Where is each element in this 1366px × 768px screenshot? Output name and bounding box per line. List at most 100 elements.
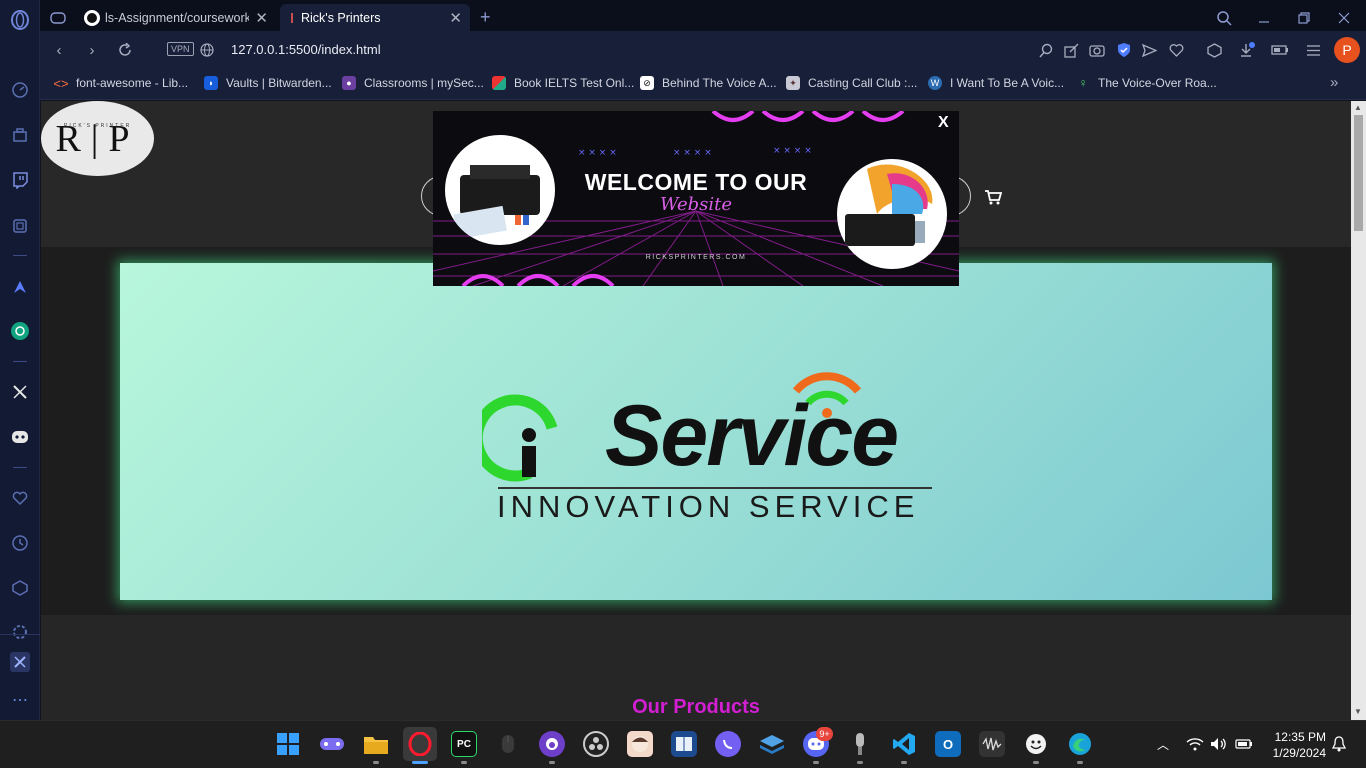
github-desktop-icon[interactable] <box>539 731 565 757</box>
close-tab-icon[interactable]: ✕ <box>255 9 268 27</box>
pycharm-icon[interactable]: PC <box>451 731 477 757</box>
popup-close-button[interactable]: X <box>938 115 954 131</box>
search-tabs-icon[interactable] <box>1216 4 1232 31</box>
tab-title: Rick's Printers <box>301 10 381 25</box>
microphone-app-icon[interactable] <box>847 731 873 757</box>
running-indicator <box>549 761 555 764</box>
svg-text:× × × ×: × × × × <box>578 148 617 158</box>
close-tab-icon[interactable]: ✕ <box>449 9 462 27</box>
more-options-icon[interactable]: ⋯ <box>10 690 30 710</box>
bookmark-classrooms[interactable]: ● Classrooms | mySec... <box>342 76 484 90</box>
scroll-up-arrow-icon[interactable]: ▲ <box>1354 103 1362 112</box>
audio-editor-icon[interactable] <box>979 731 1005 757</box>
anime-app-icon[interactable] <box>627 731 653 757</box>
twitch-icon[interactable] <box>10 170 30 190</box>
scroll-down-arrow-icon[interactable]: ▼ <box>1354 707 1362 716</box>
speed-dial-icon[interactable] <box>10 80 30 100</box>
tab-github[interactable]: ls-Assignment/coursework/ ✕ <box>84 4 276 31</box>
bookmark-label: Classrooms | mySec... <box>364 76 484 90</box>
brand-tagline: INNOVATION SERVICE <box>497 489 920 524</box>
more-bookmarks-icon[interactable]: » <box>1330 74 1338 91</box>
back-icon[interactable]: ‹ <box>50 41 68 59</box>
shopping-cart-icon[interactable] <box>984 189 1003 210</box>
cube-icon[interactable] <box>1205 41 1223 59</box>
minimize-button[interactable] <box>1258 4 1270 31</box>
battery-saver-icon[interactable] <box>1271 41 1289 59</box>
opera-logo-icon[interactable] <box>10 10 30 30</box>
send-icon[interactable] <box>1140 41 1158 59</box>
running-indicator <box>1033 761 1039 764</box>
bookmark-voice-over-road[interactable]: ♀ The Voice-Over Roa... <box>1076 76 1217 90</box>
reload-icon[interactable] <box>116 41 134 59</box>
globe-icon[interactable] <box>198 41 216 59</box>
chatgpt-icon[interactable] <box>10 321 30 341</box>
bookmark-bitwarden[interactable]: ◗ Vaults | Bitwarden... <box>204 76 332 90</box>
svg-text:× × × ×: × × × × <box>773 146 812 156</box>
tab-title: ls-Assignment/coursework/ <box>105 10 249 25</box>
new-tab-button[interactable]: + <box>480 4 491 31</box>
bookmark-label: font-awesome - Lib... <box>76 76 189 90</box>
tab-islands-icon[interactable] <box>50 4 70 31</box>
mouse-app-icon[interactable] <box>495 731 521 757</box>
code-icon: <> <box>53 75 69 91</box>
bookmark-font-awesome[interactable]: <> font-awesome - Lib... <box>53 75 189 91</box>
battery-icon[interactable] <box>1231 731 1257 757</box>
viber-icon[interactable] <box>715 731 741 757</box>
tab-strip: ls-Assignment/coursework/ ✕ Rick's Print… <box>40 0 1366 31</box>
sidebar-divider <box>0 634 40 635</box>
opera-browser-icon[interactable] <box>403 727 437 761</box>
close-window-button[interactable] <box>1338 4 1350 31</box>
forward-icon[interactable]: › <box>83 41 101 59</box>
downloads-icon[interactable] <box>1238 41 1256 59</box>
tools-icon[interactable] <box>10 652 30 672</box>
sidebar-divider <box>13 255 27 256</box>
bookmark-voice-actor[interactable]: W I Want To Be A Voic... <box>928 76 1064 90</box>
edge-browser-icon[interactable] <box>1067 731 1093 757</box>
scroll-thumb[interactable] <box>1354 115 1363 231</box>
running-indicator <box>461 761 467 764</box>
welcome-popup: × × × × × × × × × × × × WELCOME TO OUR W… <box>433 111 959 286</box>
running-indicator <box>373 761 379 764</box>
bookmark-casting-call[interactable]: ✦ Casting Call Club :... <box>786 76 917 90</box>
bookmark-ielts[interactable]: Book IELTS Test Onl... <box>492 76 634 90</box>
products-heading: Our Products <box>632 696 760 718</box>
file-explorer-icon[interactable] <box>363 731 389 757</box>
settings-gear-icon[interactable] <box>10 622 30 642</box>
vscode-icon[interactable] <box>891 731 917 757</box>
easy-setup-icon[interactable] <box>1304 41 1322 59</box>
favorites-heart-icon[interactable] <box>10 488 30 508</box>
workspaces-icon[interactable] <box>10 125 30 145</box>
x-twitter-icon[interactable] <box>10 382 30 402</box>
snapshot-camera-icon[interactable] <box>1088 41 1106 59</box>
system-clock[interactable]: 12:35 PM 1/29/2024 <box>1262 729 1326 761</box>
outlook-icon[interactable]: O <box>935 731 961 757</box>
aria-icon[interactable] <box>10 277 30 297</box>
tab-ricks-printers[interactable]: Rick's Printers ✕ <box>280 4 470 31</box>
history-clock-icon[interactable] <box>10 533 30 553</box>
restore-button[interactable] <box>1298 4 1310 31</box>
gamepad-app-icon[interactable] <box>319 731 345 757</box>
wifi-icon[interactable] <box>1182 731 1208 757</box>
url-field[interactable]: 127.0.0.1:5500/index.html <box>231 42 381 57</box>
start-button-icon[interactable] <box>275 731 301 757</box>
extensions-icon[interactable] <box>10 216 30 236</box>
bookmark-label: Behind The Voice A... <box>662 76 777 90</box>
emoji-app-icon[interactable] <box>1023 731 1049 757</box>
share-icon[interactable] <box>1062 41 1080 59</box>
vpn-badge[interactable]: VPN <box>167 42 194 56</box>
reader-app-icon[interactable] <box>671 731 697 757</box>
page-search-icon[interactable] <box>1037 41 1055 59</box>
layers-app-icon[interactable] <box>759 731 785 757</box>
notifications-bell-icon[interactable] <box>1326 731 1352 757</box>
site-logo[interactable]: R|P RICK'S PRINTER <box>41 101 154 176</box>
discord-icon[interactable] <box>10 427 30 447</box>
adblock-shield-icon[interactable] <box>1115 41 1133 59</box>
show-hidden-icons-chevron[interactable]: ︿ <box>1150 731 1176 757</box>
crypto-wallet-icon[interactable] <box>10 578 30 598</box>
bookmark-behind-the-voice[interactable]: ⊘ Behind The Voice A... <box>640 76 777 90</box>
bookmark-heart-icon[interactable] <box>1167 41 1185 59</box>
page-scrollbar[interactable]: ▲ ▼ <box>1351 101 1366 720</box>
obs-studio-icon[interactable] <box>583 731 609 757</box>
volume-icon[interactable] <box>1206 731 1232 757</box>
profile-avatar[interactable]: P <box>1334 37 1360 63</box>
